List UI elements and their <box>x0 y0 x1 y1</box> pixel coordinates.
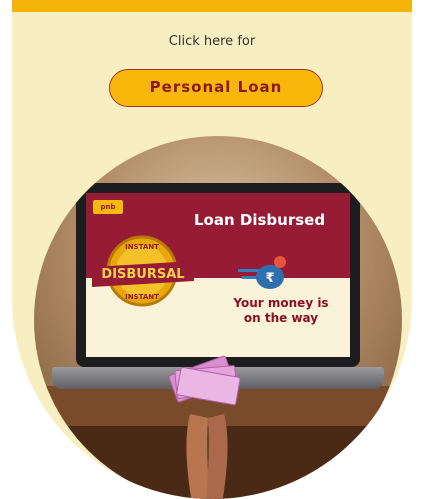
personal-loan-button[interactable]: Personal Loan <box>109 69 323 107</box>
laptop-screen: pnb Loan Disbursed INSTANT DISBURSAL INS… <box>86 193 350 357</box>
pnb-logo: pnb <box>93 200 123 214</box>
money-on-way-text: Your money is on the way <box>216 296 346 326</box>
click-here-prompt: Click here for <box>168 34 256 49</box>
subtitle-line-1: Your money is <box>233 296 329 310</box>
subtitle-line-2: on the way <box>243 311 319 325</box>
rupee-money-bag-icon: ₹ <box>238 256 286 289</box>
rupee-symbol: ₹ <box>265 271 274 286</box>
seal-top-text: INSTANT <box>125 243 159 251</box>
disbursal-seal-icon: INSTANT DISBURSAL INSTANT <box>92 235 194 307</box>
seal-bottom-text: INSTANT <box>125 293 159 301</box>
hands-holding-cash-icon <box>168 355 241 499</box>
top-accent-bar <box>12 0 412 12</box>
seal-middle-text: DISBURSAL <box>101 267 184 282</box>
promo-card: Click here for Personal Loan pnb Loan Di… <box>12 0 412 499</box>
promo-photo: pnb Loan Disbursed INSTANT DISBURSAL INS… <box>34 136 402 499</box>
loan-disbursed-title: Loan Disbursed <box>194 211 326 229</box>
laptop: pnb Loan Disbursed INSTANT DISBURSAL INS… <box>76 183 360 367</box>
